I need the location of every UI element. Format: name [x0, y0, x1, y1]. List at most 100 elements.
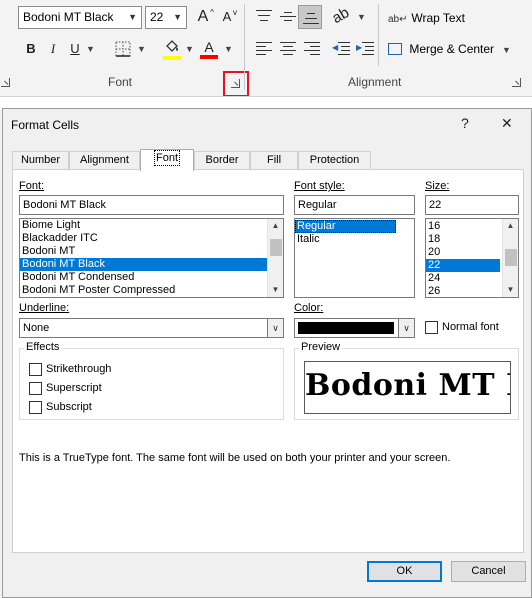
decrease-indent-icon[interactable]: ◀ — [332, 41, 352, 57]
font-list-item[interactable]: Bodoni MT — [20, 245, 283, 258]
normal-font-label[interactable]: Normal font — [442, 321, 499, 333]
chevron-down-icon: ▼ — [173, 12, 182, 22]
scroll-up-icon[interactable]: ▲ — [268, 219, 283, 233]
align-middle-icon[interactable] — [278, 9, 298, 25]
preview-title: Preview — [299, 341, 343, 353]
italic-button[interactable]: I — [42, 38, 64, 60]
size-list-item-selected[interactable]: 22 — [426, 259, 500, 272]
size-list-scrollbar[interactable]: ▲ ▼ — [502, 219, 518, 297]
shrink-font-button[interactable]: Av — [216, 6, 238, 28]
scroll-up-icon[interactable]: ▲ — [503, 219, 518, 233]
font-list-scrollbar[interactable]: ▲ ▼ — [267, 219, 283, 297]
underline-dropdown-icon[interactable]: ▼ — [86, 44, 95, 54]
font-list-item[interactable]: Blackadder ITC — [20, 232, 283, 245]
align-right-icon[interactable] — [302, 41, 322, 57]
font-name-field[interactable]: Bodoni MT Black — [19, 195, 284, 215]
scroll-thumb[interactable] — [505, 249, 517, 266]
wrap-text-icon: ab↵ — [388, 14, 408, 25]
font-style-item-selected[interactable]: Regular — [295, 220, 396, 233]
wrap-text-label: Wrap Text — [411, 11, 465, 25]
borders-button[interactable] — [112, 38, 134, 60]
truetype-info: This is a TrueType font. The same font w… — [19, 452, 451, 464]
preview-box: Bodoni MT Bl — [304, 361, 511, 414]
font-list-item-selected[interactable]: Bodoni MT Black — [20, 258, 267, 271]
grow-font-icon: A — [197, 8, 209, 25]
scroll-down-icon[interactable]: ▼ — [503, 283, 518, 297]
clipboard-launcher-icon[interactable] — [1, 78, 10, 87]
font-list-item[interactable]: Bodoni MT Condensed — [20, 271, 283, 284]
preview-text: Bodoni MT Bl — [305, 368, 510, 403]
font-size-combo[interactable]: 22 ▼ — [145, 6, 187, 29]
underline-button[interactable]: U — [64, 38, 86, 60]
align-bottom-button[interactable] — [298, 5, 322, 29]
tab-fill[interactable]: Fill — [250, 151, 298, 170]
shrink-font-icon: A — [222, 9, 232, 24]
size-field[interactable]: 22 — [425, 195, 519, 215]
italic-icon: I — [50, 41, 56, 56]
size-label: Size: — [425, 180, 450, 192]
borders-dropdown-icon[interactable]: ▼ — [137, 44, 146, 54]
align-left-icon[interactable] — [254, 41, 274, 57]
color-swatch — [298, 322, 394, 334]
grow-font-button[interactable]: A ^ — [192, 6, 214, 28]
font-name-combo[interactable]: Bodoni MT Black ▼ — [18, 6, 142, 29]
alignment-separator — [378, 4, 379, 66]
paint-bucket-icon — [166, 40, 178, 52]
tab-number[interactable]: Number — [12, 151, 69, 170]
font-dialog-launcher-button[interactable] — [229, 77, 243, 91]
tab-font[interactable]: Font — [140, 149, 194, 171]
format-cells-dialog: Format Cells ? ✕ Number Alignment Font B… — [2, 108, 532, 598]
wrap-text-button[interactable]: ab↵ Wrap Text — [388, 8, 465, 28]
alignment-launcher-icon[interactable] — [512, 78, 521, 87]
bold-button[interactable]: B — [20, 38, 42, 60]
font-color-dropdown-icon[interactable]: ▼ — [224, 44, 233, 54]
ok-button[interactable]: OK — [367, 561, 442, 582]
tab-border[interactable]: Border — [194, 151, 250, 170]
group-separator — [244, 4, 245, 90]
tab-alignment[interactable]: Alignment — [69, 151, 140, 170]
fill-color-bar — [163, 56, 181, 60]
effects-title: Effects — [24, 341, 62, 353]
font-list[interactable]: Biome Light Blackadder ITC Bodoni MT Bod… — [19, 218, 284, 298]
font-style-list[interactable]: Regular Italic — [294, 218, 415, 298]
font-list-item[interactable]: Biome Light — [20, 219, 283, 232]
ribbon: Bodoni MT Black ▼ 22 ▼ A ^ Av B I U ▼ ▼ ▼… — [0, 0, 532, 97]
strikethrough-checkbox[interactable] — [29, 363, 42, 376]
scroll-down-icon[interactable]: ▼ — [268, 283, 283, 297]
chevron-down-icon: ▼ — [128, 12, 137, 22]
orientation-button[interactable]: ab — [326, 1, 356, 31]
font-list-item[interactable]: Bodoni MT Poster Compressed — [20, 284, 283, 297]
underline-value: None — [23, 322, 50, 334]
help-button[interactable]: ? — [461, 115, 469, 131]
tab-protection[interactable]: Protection — [298, 151, 371, 170]
underline-label: Underline: — [19, 302, 70, 314]
fill-color-button[interactable] — [161, 37, 183, 60]
size-list[interactable]: 16 18 20 22 24 26 ▲ ▼ — [425, 218, 519, 298]
normal-font-checkbox[interactable] — [425, 321, 438, 334]
subscript-checkbox[interactable] — [29, 401, 42, 414]
chevron-down-icon: ∨ — [398, 319, 414, 337]
align-top-icon[interactable] — [254, 9, 274, 25]
strikethrough-label[interactable]: Strikethrough — [46, 363, 111, 375]
merge-center-dropdown-icon[interactable]: ▼ — [502, 45, 511, 55]
cancel-button[interactable]: Cancel — [451, 561, 526, 582]
orientation-dropdown-icon[interactable]: ▼ — [357, 12, 366, 22]
color-dropdown[interactable]: ∨ — [294, 318, 415, 338]
font-style-item[interactable]: Italic — [295, 233, 414, 246]
superscript-checkbox[interactable] — [29, 382, 42, 395]
font-style-label: Font style: — [294, 180, 345, 192]
align-bottom-icon — [301, 10, 321, 26]
scroll-thumb[interactable] — [270, 239, 282, 256]
fill-color-dropdown-icon[interactable]: ▼ — [185, 44, 194, 54]
font-size-value: 22 — [150, 10, 164, 24]
superscript-label[interactable]: Superscript — [46, 382, 102, 394]
close-button[interactable]: ✕ — [501, 115, 513, 132]
font-color-button[interactable]: A — [198, 36, 220, 59]
font-style-field[interactable]: Regular — [294, 195, 415, 215]
underline-dropdown[interactable]: None ∨ — [19, 318, 284, 338]
align-center-icon[interactable] — [278, 41, 298, 57]
merge-center-button[interactable]: Merge & Center — [388, 39, 494, 59]
increase-indent-icon[interactable]: ▶ — [356, 41, 376, 57]
underline-icon: U — [70, 41, 80, 56]
subscript-label[interactable]: Subscript — [46, 401, 92, 413]
